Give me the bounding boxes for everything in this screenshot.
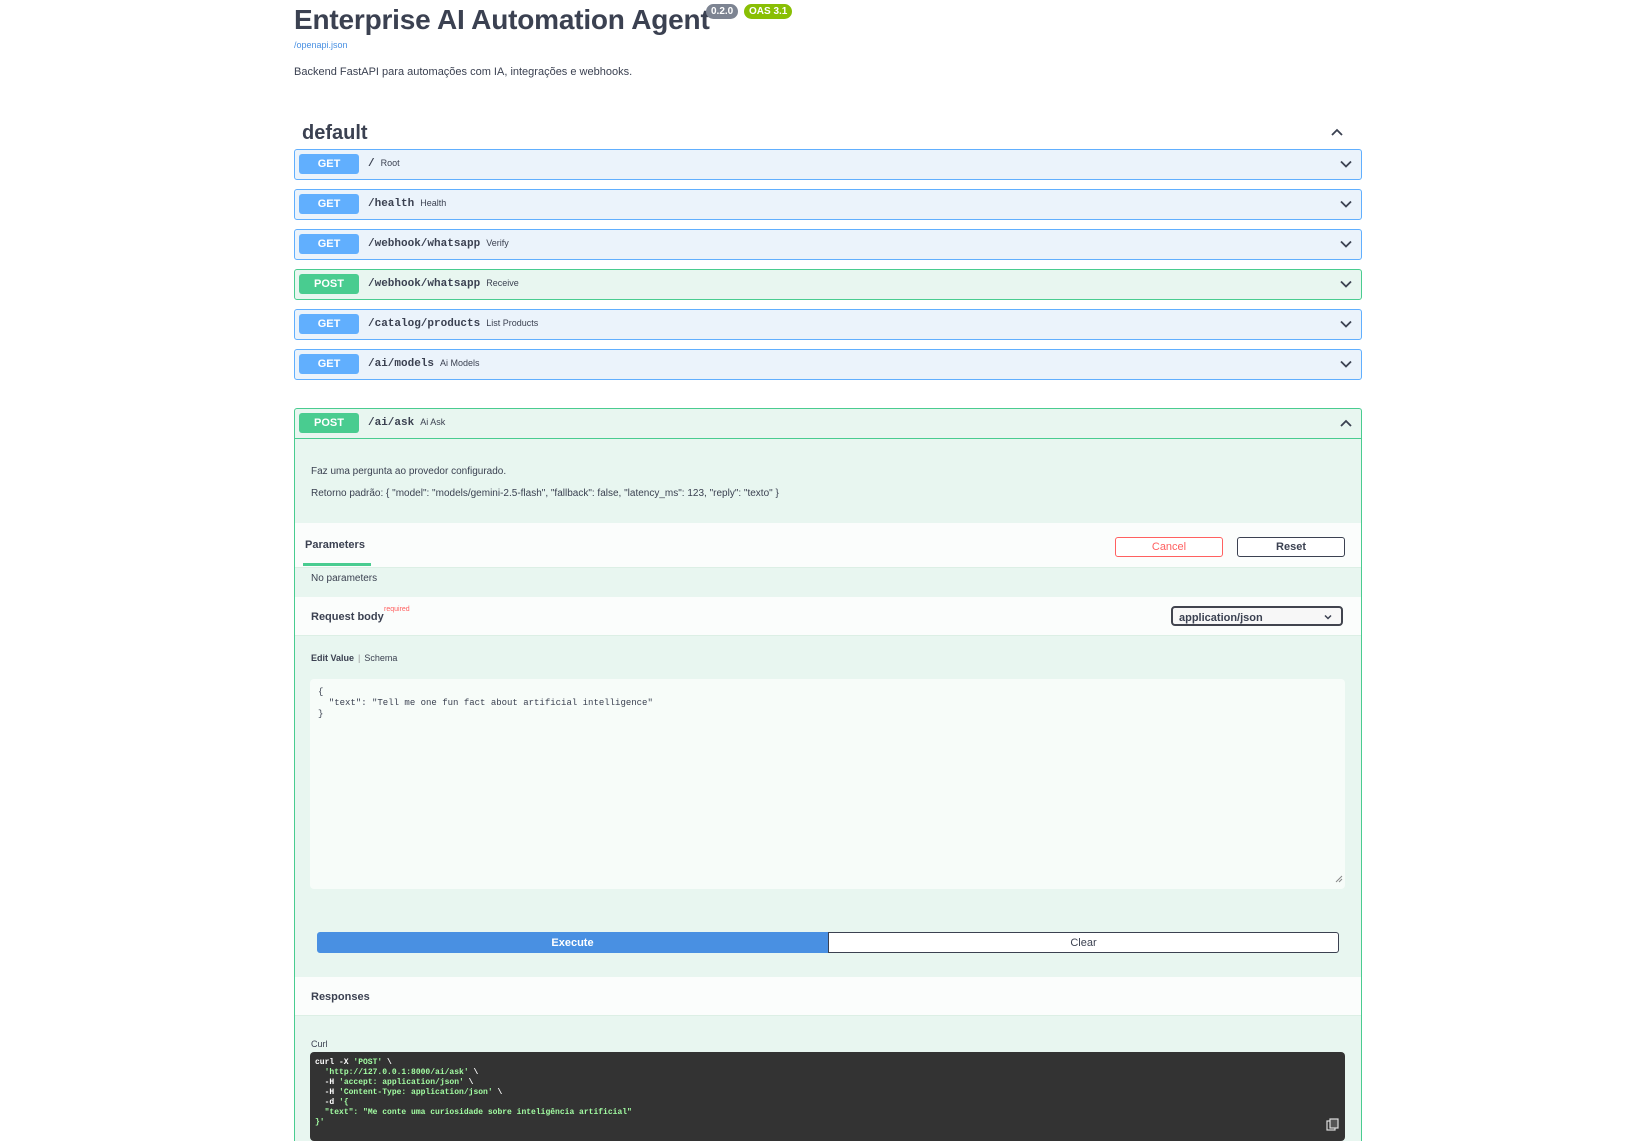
tab-underline — [303, 563, 371, 566]
operation-row[interactable]: GET/ai/models Ai Models — [294, 349, 1362, 380]
edit-value-schema-tabs: Edit Value | Schema — [311, 653, 398, 663]
curl-code-block: curl -X 'POST' \ 'http://127.0.0.1:8000/… — [310, 1052, 1345, 1141]
operation-ai-ask-header[interactable]: POST /ai/ask Ai Ask — [295, 409, 1361, 439]
curl-label: Curl — [311, 1039, 328, 1049]
operation-path: /catalog/products List Products — [368, 318, 539, 330]
operation-path: / Root — [368, 158, 400, 170]
operation-summary: Root — [380, 158, 400, 168]
curl-line: 'http://127.0.0.1:8000/ai/ask' \ — [324, 1068, 479, 1077]
operation-row[interactable]: GET/webhook/whatsapp Verify — [294, 229, 1362, 260]
chevron-down-icon[interactable] — [1339, 357, 1353, 371]
operation-row[interactable]: POST/webhook/whatsapp Receive — [294, 269, 1362, 300]
no-parameters-text: No parameters — [311, 573, 378, 584]
operation-row[interactable]: GET/catalog/products List Products — [294, 309, 1362, 340]
operation-path: /webhook/whatsapp Receive — [368, 278, 519, 290]
method-badge: POST — [299, 413, 359, 433]
curl-line: curl -X 'POST' \ — [315, 1058, 392, 1067]
method-badge: GET — [299, 194, 359, 214]
operation-path: /ai/models Ai Models — [368, 358, 480, 370]
execute-button[interactable]: Execute — [317, 932, 828, 953]
api-description: Backend FastAPI para automações com IA, … — [294, 66, 633, 78]
operation-path: /webhook/whatsapp Verify — [368, 238, 509, 250]
chevron-up-icon[interactable] — [1339, 416, 1353, 430]
operation-ai-ask-expanded: POST /ai/ask Ai Ask Faz uma pergunta ao p… — [294, 408, 1362, 1141]
chevron-down-icon[interactable] — [1339, 237, 1353, 251]
operation-path: /ai/ask Ai Ask — [368, 417, 446, 429]
curl-line: }' — [315, 1118, 325, 1127]
execute-clear-group: Execute Clear — [317, 932, 1339, 953]
operation-description: Faz uma pergunta ao provedor configurado… — [311, 466, 779, 499]
reset-button[interactable]: Reset — [1237, 537, 1345, 557]
operation-row[interactable]: GET / Root — [294, 149, 1362, 180]
chevron-down-icon[interactable] — [1339, 157, 1353, 171]
required-marker: required — [384, 606, 410, 613]
request-body-textarea[interactable]: { "text": "Tell me one fun fact about ar… — [310, 679, 1345, 889]
request-body-label: Request body — [311, 611, 384, 623]
curl-line: -H 'accept: application/json' \ — [315, 1078, 474, 1087]
responses-header: Responses — [295, 977, 1361, 1016]
curl-line: -d '{ — [315, 1098, 349, 1107]
tag-default-header[interactable]: default — [294, 112, 1362, 153]
cancel-button[interactable]: Cancel — [1115, 537, 1223, 557]
operation-summary: Receive — [486, 278, 519, 288]
chevron-up-icon[interactable] — [1330, 125, 1344, 139]
method-badge: POST — [299, 274, 359, 294]
chevron-down-icon[interactable] — [1339, 277, 1353, 291]
method-badge: GET — [299, 234, 359, 254]
operation-summary: Verify — [486, 238, 509, 248]
chevron-down-icon — [1323, 612, 1333, 622]
operation-row[interactable]: GET/health Health — [294, 189, 1362, 220]
api-title: Enterprise AI Automation Agent — [294, 4, 710, 35]
resize-grip-icon[interactable] — [1335, 875, 1343, 887]
version-badge: 0.2.0 — [706, 4, 739, 19]
responses-label: Responses — [311, 991, 370, 1003]
operation-summary: Ai Ask — [420, 417, 446, 427]
curl-line: "text": "Me conte uma curiosidade sobre … — [324, 1108, 632, 1117]
request-body-header: Request body required application/json — [295, 597, 1361, 636]
oas-badge: OAS 3.1 — [744, 4, 793, 19]
tab-parameters[interactable]: Parameters — [305, 539, 365, 551]
content-type-select[interactable]: application/json — [1171, 606, 1343, 626]
swagger-page: Enterprise AI Automation Agent 0.2.0 OAS… — [294, 0, 1362, 1141]
operation-summary: Ai Models — [440, 358, 480, 368]
tab-schema[interactable]: Schema — [364, 653, 397, 663]
info-header: Enterprise AI Automation Agent 0.2.0 OAS… — [294, 0, 1362, 40]
method-badge: GET — [299, 314, 359, 334]
tab-edit-value[interactable]: Edit Value — [311, 653, 354, 663]
chevron-down-icon[interactable] — [1339, 317, 1353, 331]
openapi-json-link[interactable]: /openapi.json — [294, 40, 348, 50]
method-badge: GET — [299, 154, 359, 174]
parameters-section-header: Parameters Cancel Reset — [295, 523, 1361, 568]
curl-line: -H 'Content-Type: application/json' \ — [315, 1088, 503, 1097]
chevron-down-icon[interactable] — [1339, 197, 1353, 211]
operation-summary: Health — [420, 198, 447, 208]
tag-name: default — [302, 122, 368, 144]
method-badge: GET — [299, 354, 359, 374]
operation-summary: List Products — [486, 318, 539, 328]
operation-path: /health Health — [368, 198, 447, 210]
copy-icon[interactable] — [1326, 1118, 1339, 1135]
clear-button[interactable]: Clear — [828, 932, 1339, 953]
